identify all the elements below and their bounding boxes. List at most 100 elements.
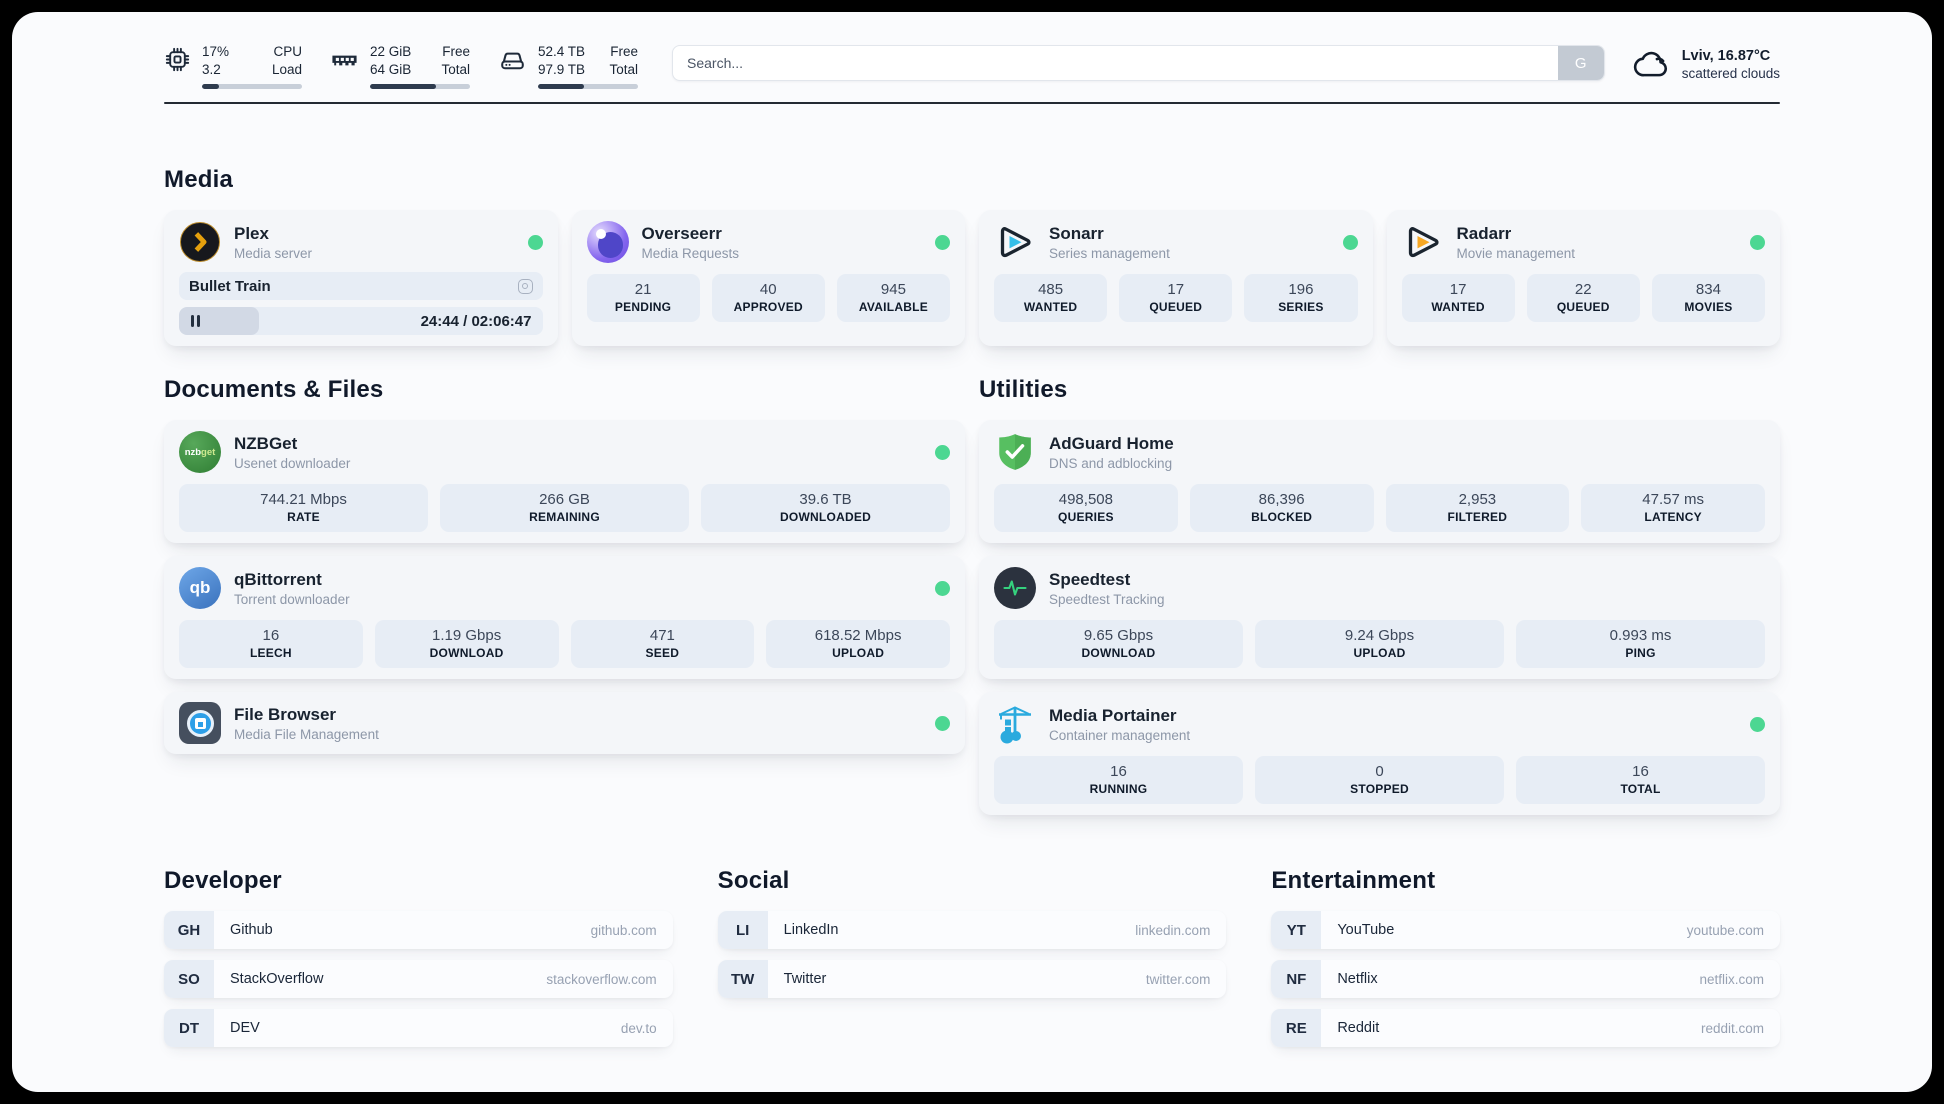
- plex-app-link[interactable]: Plex Media server: [179, 221, 543, 263]
- status-dot: [1342, 234, 1358, 250]
- app-description: DNS and adblocking: [1049, 455, 1173, 471]
- cloud-icon: [1633, 51, 1667, 77]
- section-documents: Documents & Files nzb get NZBGet Usenet d…: [164, 376, 965, 754]
- ram-stat: 22 GiB 64 GiB Free Total: [330, 43, 470, 89]
- stat-movies: 834 MOVIES: [1651, 274, 1766, 322]
- portainer-card: Media Portainer Container management 16 R…: [979, 692, 1780, 815]
- stat-series: 196 SERIES: [1244, 274, 1358, 322]
- link-stackoverflow[interactable]: SO StackOverflow stackoverflow.com: [164, 960, 673, 998]
- now-playing-title: Bullet Train: [189, 277, 271, 295]
- stat-queued: 22 QUEUED: [1526, 274, 1640, 322]
- stat-rate: 744.21 Mbps RATE: [179, 484, 428, 532]
- stat-remaining: 266 GB REMAINING: [440, 484, 689, 532]
- ram-values: 22 GiB 64 GiB: [370, 44, 412, 77]
- stat-upload: 618.52 Mbps UPLOAD: [766, 620, 950, 668]
- adguard-icon: [999, 434, 1031, 470]
- app-name: Radarr: [1456, 224, 1512, 244]
- link-reddit[interactable]: RE Reddit reddit.com: [1271, 1009, 1780, 1047]
- portainer-app-link[interactable]: Media Portainer Container management: [994, 703, 1765, 745]
- app-description: Usenet downloader: [234, 455, 351, 471]
- bookmark-group-developer: Developer GH Github github.com SO StackO…: [164, 867, 673, 1058]
- qbittorrent-app-link[interactable]: qb qBittorrent Torrent downloader: [179, 567, 950, 609]
- status-dot: [935, 444, 950, 460]
- sonarr-app-link[interactable]: Sonarr Series management: [994, 221, 1358, 263]
- overseerr-icon: [586, 221, 629, 263]
- nzbget-icon: nzb get: [179, 431, 221, 473]
- qbittorrent-card: qb qBittorrent Torrent downloader 16 LEEC…: [164, 556, 965, 679]
- app-name: Media Portainer: [1049, 706, 1177, 726]
- app-description: Media File Management: [234, 726, 379, 742]
- stat-downloaded: 39.6 TB DOWNLOADED: [701, 484, 950, 532]
- section-title-entertainment: Entertainment: [1271, 867, 1436, 894]
- link-twitter[interactable]: TW Twitter twitter.com: [717, 960, 1227, 998]
- overseerr-card: Overseerr Media Requests 21 PENDING 40 APP…: [571, 210, 965, 346]
- link-netflix[interactable]: NF Netflix netflix.com: [1271, 960, 1780, 998]
- overseerr-app-link[interactable]: Overseerr Media Requests: [586, 221, 950, 263]
- link-github[interactable]: GH Github github.com: [164, 911, 673, 949]
- status-dot: [1750, 716, 1765, 732]
- radarr-app-link[interactable]: Radarr Movie management: [1402, 221, 1765, 263]
- top-bar: 17% 3.2 CPU Load 22 GiB 64 GiB Free Tota…: [164, 12, 1780, 90]
- qbittorrent-icon: qb: [179, 567, 221, 609]
- filebrowser-app-link[interactable]: File Browser Media File Management: [179, 702, 950, 744]
- app-name: Speedtest: [1049, 570, 1131, 590]
- app-description: Speedtest Tracking: [1049, 591, 1165, 607]
- status-dot: [935, 580, 950, 596]
- app-description: Container management: [1049, 727, 1191, 743]
- app-description: Series management: [1049, 245, 1170, 261]
- app-name: Sonarr: [1049, 224, 1104, 244]
- portainer-icon: [999, 706, 1031, 744]
- playback-progress: 24:44 / 02:06:47: [179, 307, 543, 335]
- bookmark-group-social: Social LI LinkedIn linkedin.com TW Twitt…: [717, 867, 1227, 1009]
- link-linkedin[interactable]: LI LinkedIn linkedin.com: [717, 911, 1227, 949]
- stat-available: 945 AVAILABLE: [836, 274, 951, 322]
- filebrowser-icon: [179, 702, 221, 744]
- link-tag: NF: [1271, 960, 1322, 998]
- stat-stopped: 0 STOPPED: [1255, 756, 1504, 804]
- status-dot: [1750, 234, 1765, 250]
- header-divider: [164, 102, 1780, 104]
- stat-blocked: 86,396 BLOCKED: [1189, 484, 1374, 532]
- stat-leech: 16 LEECH: [179, 620, 363, 668]
- link-youtube[interactable]: YT YouTube youtube.com: [1271, 911, 1780, 949]
- link-tag: SO: [164, 960, 214, 998]
- stat-approved: 40 APPROVED: [711, 274, 825, 322]
- stat-wanted: 485 WANTED: [994, 274, 1108, 322]
- sonarr-card: Sonarr Series management 485 WANTED 17 QUE…: [979, 210, 1373, 346]
- link-tag: GH: [164, 911, 214, 949]
- app-description: Media Requests: [641, 245, 740, 261]
- nzbget-app-link[interactable]: nzb get NZBGet Usenet downloader: [179, 431, 950, 473]
- disk-icon: [501, 53, 524, 70]
- link-tag: LI: [717, 911, 768, 949]
- stat-pending: 21 PENDING: [586, 274, 700, 322]
- search-engine-button[interactable]: G: [1557, 46, 1604, 80]
- stat-queries: 498,508 QUERIES: [994, 484, 1178, 532]
- app-name: Plex: [234, 224, 269, 244]
- link-dev[interactable]: DT DEV dev.to: [164, 1009, 673, 1047]
- playback-time: 24:44 / 02:06:47: [420, 312, 532, 330]
- pause-icon[interactable]: [191, 315, 203, 327]
- app-description: Media server: [234, 245, 313, 261]
- sonarr-icon: [1000, 227, 1031, 258]
- section-title-developer: Developer: [164, 867, 282, 894]
- cpu-icon: [165, 48, 190, 72]
- disk-labels: Free Total: [609, 44, 638, 77]
- ram-labels: Free Total: [441, 44, 470, 77]
- app-name: Overseerr: [641, 224, 722, 244]
- dashboard-page: 17% 3.2 CPU Load 22 GiB 64 GiB Free Tota…: [12, 12, 1932, 1092]
- search-input[interactable]: [672, 45, 1605, 81]
- adguard-app-link[interactable]: AdGuard Home DNS and adblocking: [994, 431, 1765, 473]
- disk-stat: 52.4 TB 97.9 TB Free Total: [498, 43, 638, 89]
- adguard-card: AdGuard Home DNS and adblocking 498,508 Q…: [979, 420, 1780, 543]
- app-name: qBittorrent: [234, 570, 322, 590]
- weather-location-temp: Lviv, 16.87°C: [1681, 47, 1771, 64]
- cpu-stat: 17% 3.2 CPU Load: [164, 43, 302, 89]
- session-icon: [517, 278, 533, 294]
- disk-progress-bar: [538, 83, 638, 89]
- section-title-documents: Documents & Files: [164, 376, 384, 403]
- speedtest-app-link[interactable]: Speedtest Speedtest Tracking: [994, 567, 1765, 609]
- stat-latency: 47.57 ms LATENCY: [1581, 484, 1765, 532]
- ram-icon: [332, 56, 357, 66]
- status-dot: [527, 234, 543, 250]
- status-dot: [935, 715, 950, 731]
